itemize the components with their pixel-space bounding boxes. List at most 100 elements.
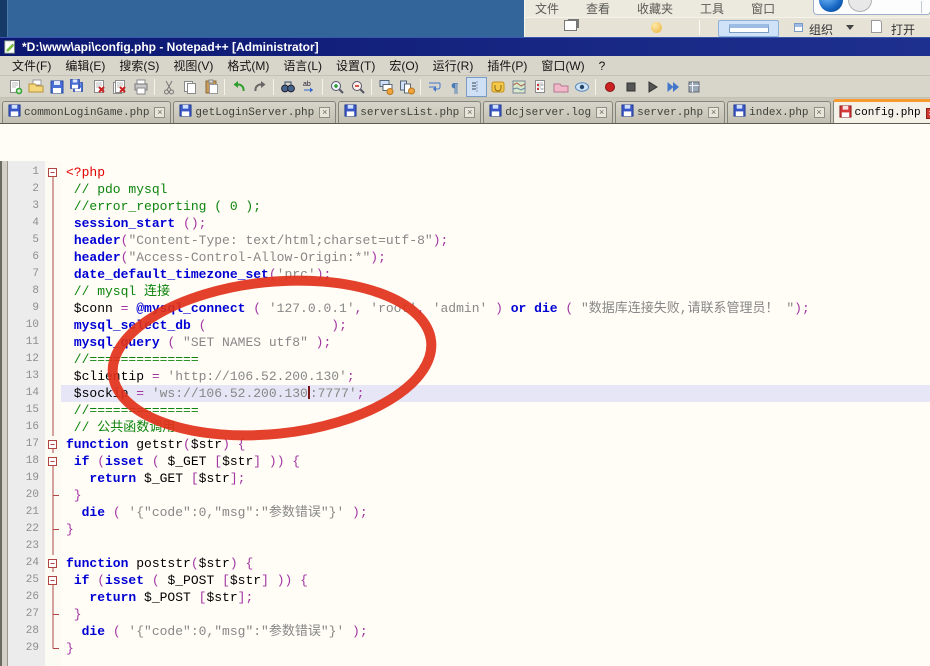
organize-button[interactable]: 组织 bbox=[809, 21, 833, 38]
sync-horizontal-icon[interactable] bbox=[396, 77, 417, 97]
code-line-4[interactable]: 4 session_start (); bbox=[8, 215, 930, 232]
fold-collapse-icon[interactable] bbox=[45, 572, 61, 589]
indent-guide-icon[interactable] bbox=[466, 77, 487, 97]
macro-stop-icon[interactable] bbox=[620, 77, 641, 97]
function-list-icon[interactable] bbox=[529, 77, 550, 97]
macro-run-multiple-icon[interactable] bbox=[662, 77, 683, 97]
menu-item[interactable]: 设置(T) bbox=[329, 55, 382, 76]
menu-item[interactable]: 运行(R) bbox=[426, 55, 481, 76]
code-line-11[interactable]: 11 mysql_query ( "SET NAMES utf8" ); bbox=[8, 334, 930, 351]
close-all-icon[interactable] bbox=[109, 77, 130, 97]
tab-config.php[interactable]: config.php× bbox=[833, 99, 930, 124]
globe-icon[interactable] bbox=[819, 0, 843, 12]
code-line-9[interactable]: 9 $conn = @mysql_connect ( '127.0.0.1', … bbox=[8, 300, 930, 317]
save-all-icon[interactable] bbox=[67, 77, 88, 97]
redo-icon[interactable] bbox=[249, 77, 270, 97]
macro-record-icon[interactable] bbox=[599, 77, 620, 97]
folder-as-workspace-icon[interactable] bbox=[550, 77, 571, 97]
sync-vertical-icon[interactable] bbox=[375, 77, 396, 97]
code-line-22[interactable]: 22} bbox=[8, 521, 930, 538]
tab-index.php[interactable]: index.php× bbox=[727, 101, 830, 123]
window-restore-icon[interactable] bbox=[564, 20, 577, 31]
paste-icon[interactable] bbox=[200, 77, 221, 97]
code-line-8[interactable]: 8 // mysql 连接 bbox=[8, 283, 930, 300]
undo-icon[interactable] bbox=[228, 77, 249, 97]
tab-close-icon[interactable]: × bbox=[708, 107, 719, 118]
code-line-18[interactable]: 18 if (isset ( $_GET [$str] )) { bbox=[8, 453, 930, 470]
explorer-menu-收藏夹[interactable]: 收藏夹 bbox=[637, 0, 673, 17]
explorer-menu-工具[interactable]: 工具 bbox=[700, 0, 724, 17]
print-icon[interactable] bbox=[130, 77, 151, 97]
code-line-26[interactable]: 26 return $_POST [$str]; bbox=[8, 589, 930, 606]
tab-server.php[interactable]: server.php× bbox=[615, 101, 725, 123]
code-line-10[interactable]: 10 mysql_select_db ( ); bbox=[8, 317, 930, 334]
menu-item[interactable]: 文件(F) bbox=[5, 55, 58, 76]
code-line-14[interactable]: 14 $sockip = 'ws://106.52.200.130:7777'; bbox=[8, 385, 930, 402]
code-line-16[interactable]: 16 // 公共函数调用 bbox=[8, 419, 930, 436]
menu-item[interactable]: 搜索(S) bbox=[112, 55, 166, 76]
new-file-icon[interactable] bbox=[4, 77, 25, 97]
menu-item[interactable]: 宏(O) bbox=[382, 55, 425, 76]
tab-close-icon[interactable]: × bbox=[814, 107, 825, 118]
find-icon[interactable] bbox=[277, 77, 298, 97]
open-file-icon[interactable] bbox=[25, 77, 46, 97]
secondary-circle-icon[interactable] bbox=[848, 0, 872, 12]
code-line-6[interactable]: 6 header("Access-Control-Allow-Origin:*"… bbox=[8, 249, 930, 266]
macro-play-icon[interactable] bbox=[641, 77, 662, 97]
close-icon[interactable] bbox=[88, 77, 109, 97]
fold-collapse-icon[interactable] bbox=[45, 164, 61, 181]
word-wrap-icon[interactable] bbox=[424, 77, 445, 97]
cut-icon[interactable] bbox=[158, 77, 179, 97]
code-line-3[interactable]: 3 //error_reporting ( 0 ); bbox=[8, 198, 930, 215]
view-selector-button[interactable] bbox=[718, 20, 779, 37]
replace-icon[interactable]: ab bbox=[298, 77, 319, 97]
tab-close-icon[interactable]: × bbox=[926, 108, 930, 119]
title-bar[interactable]: *D:\www\api\config.php - Notepad++ [Admi… bbox=[0, 37, 930, 56]
fold-collapse-icon[interactable] bbox=[45, 453, 61, 470]
code-line-23[interactable]: 23 bbox=[8, 538, 930, 555]
small-view-icon[interactable] bbox=[794, 23, 803, 32]
document-monitor-icon[interactable] bbox=[571, 77, 592, 97]
copy-icon[interactable] bbox=[179, 77, 200, 97]
macro-save-icon[interactable] bbox=[683, 77, 704, 97]
fold-collapse-icon[interactable] bbox=[45, 555, 61, 572]
code-line-27[interactable]: 27 } bbox=[8, 606, 930, 623]
code-line-1[interactable]: 1<?php bbox=[8, 164, 930, 181]
code-line-7[interactable]: 7 date_default_timezone_set('prc'); bbox=[8, 266, 930, 283]
explorer-menu-窗口[interactable]: 窗口 bbox=[751, 0, 775, 17]
code-line-24[interactable]: 24function poststr($str) { bbox=[8, 555, 930, 572]
tab-getLoginServer.php[interactable]: getLoginServer.php× bbox=[173, 101, 336, 123]
code-line-17[interactable]: 17function getstr($str) { bbox=[8, 436, 930, 453]
tab-close-icon[interactable]: × bbox=[319, 107, 330, 118]
code-line-5[interactable]: 5 header("Content-Type: text/html;charse… bbox=[8, 232, 930, 249]
explorer-menu-查看[interactable]: 查看 bbox=[586, 0, 610, 17]
save-icon[interactable] bbox=[46, 77, 67, 97]
explorer-menu-文件[interactable]: 文件 bbox=[535, 0, 559, 17]
zoom-in-icon[interactable] bbox=[326, 77, 347, 97]
menu-item[interactable]: 编辑(E) bbox=[58, 55, 112, 76]
tab-close-icon[interactable]: × bbox=[596, 107, 607, 118]
zoom-out-icon[interactable] bbox=[347, 77, 368, 97]
user-defined-language-icon[interactable] bbox=[487, 77, 508, 97]
code-line-19[interactable]: 19 return $_GET [$str]; bbox=[8, 470, 930, 487]
fold-collapse-icon[interactable] bbox=[45, 436, 61, 453]
document-map-icon[interactable] bbox=[508, 77, 529, 97]
code-line-20[interactable]: 20 } bbox=[8, 487, 930, 504]
menu-item[interactable]: ? bbox=[592, 57, 613, 75]
code-line-12[interactable]: 12 //============== bbox=[8, 351, 930, 368]
menu-item[interactable]: 窗口(W) bbox=[534, 55, 591, 76]
code-line-25[interactable]: 25 if (isset ( $_POST [$str] )) { bbox=[8, 572, 930, 589]
tab-close-icon[interactable]: × bbox=[154, 107, 165, 118]
code-line-29[interactable]: 29} bbox=[8, 640, 930, 657]
tab-dcjserver.log[interactable]: dcjserver.log× bbox=[483, 101, 613, 123]
show-all-characters-icon[interactable]: ¶ bbox=[445, 77, 466, 97]
code-line-21[interactable]: 21 die ( '{"code":0,"msg":"参数错误"}' ); bbox=[8, 504, 930, 521]
tab-close-icon[interactable]: × bbox=[464, 107, 475, 118]
menu-item[interactable]: 语言(L) bbox=[276, 55, 329, 76]
tab-commonLoginGame.php[interactable]: commonLoginGame.php× bbox=[2, 101, 171, 123]
tab-serversList.php[interactable]: serversList.php× bbox=[338, 101, 481, 123]
code-line-2[interactable]: 2 // pdo mysql bbox=[8, 181, 930, 198]
code-line-15[interactable]: 15 //============== bbox=[8, 402, 930, 419]
chevron-down-icon[interactable] bbox=[846, 25, 854, 34]
menu-item[interactable]: 插件(P) bbox=[480, 55, 534, 76]
